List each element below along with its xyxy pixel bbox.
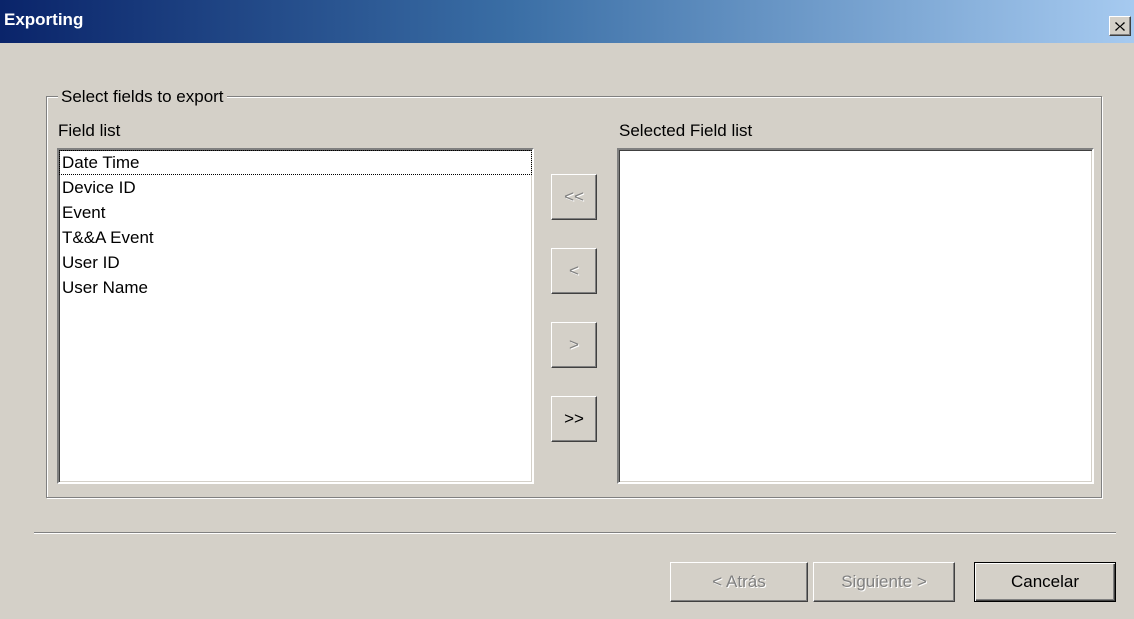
groupbox-legend: Select fields to export — [58, 87, 227, 107]
list-item[interactable]: T&&A Event — [59, 225, 532, 250]
title-bar: Exporting — [0, 0, 1134, 43]
selected-field-list-box[interactable] — [617, 148, 1094, 484]
next-button[interactable]: Siguiente > — [813, 562, 955, 602]
list-item[interactable]: Device ID — [59, 175, 532, 200]
remove-one-button[interactable]: < — [551, 248, 597, 294]
back-button-label: < Atrás — [712, 572, 766, 591]
list-item[interactable]: User Name — [59, 275, 532, 300]
next-button-label: Siguiente > — [841, 572, 927, 591]
remove-all-button[interactable]: << — [551, 174, 597, 220]
back-button[interactable]: < Atrás — [670, 562, 808, 602]
list-item[interactable]: Event — [59, 200, 532, 225]
field-list-box[interactable]: Date Time Device ID Event T&&A Event Use… — [57, 148, 534, 484]
close-button[interactable] — [1109, 16, 1131, 36]
list-item[interactable]: Date Time — [59, 150, 532, 175]
list-item[interactable]: User ID — [59, 250, 532, 275]
add-all-button[interactable]: >> — [551, 396, 597, 442]
window-title: Exporting — [4, 10, 84, 29]
footer-separator — [34, 532, 1116, 534]
exporting-dialog: Exporting Select fields to export Field … — [0, 0, 1134, 619]
close-icon — [1115, 21, 1125, 31]
cancel-button[interactable]: Cancelar — [974, 562, 1116, 602]
cancel-button-label: Cancelar — [1010, 572, 1080, 591]
field-list-label: Field list — [58, 121, 121, 140]
add-one-button[interactable]: > — [551, 322, 597, 368]
selected-field-list-label: Selected Field list — [619, 121, 753, 140]
